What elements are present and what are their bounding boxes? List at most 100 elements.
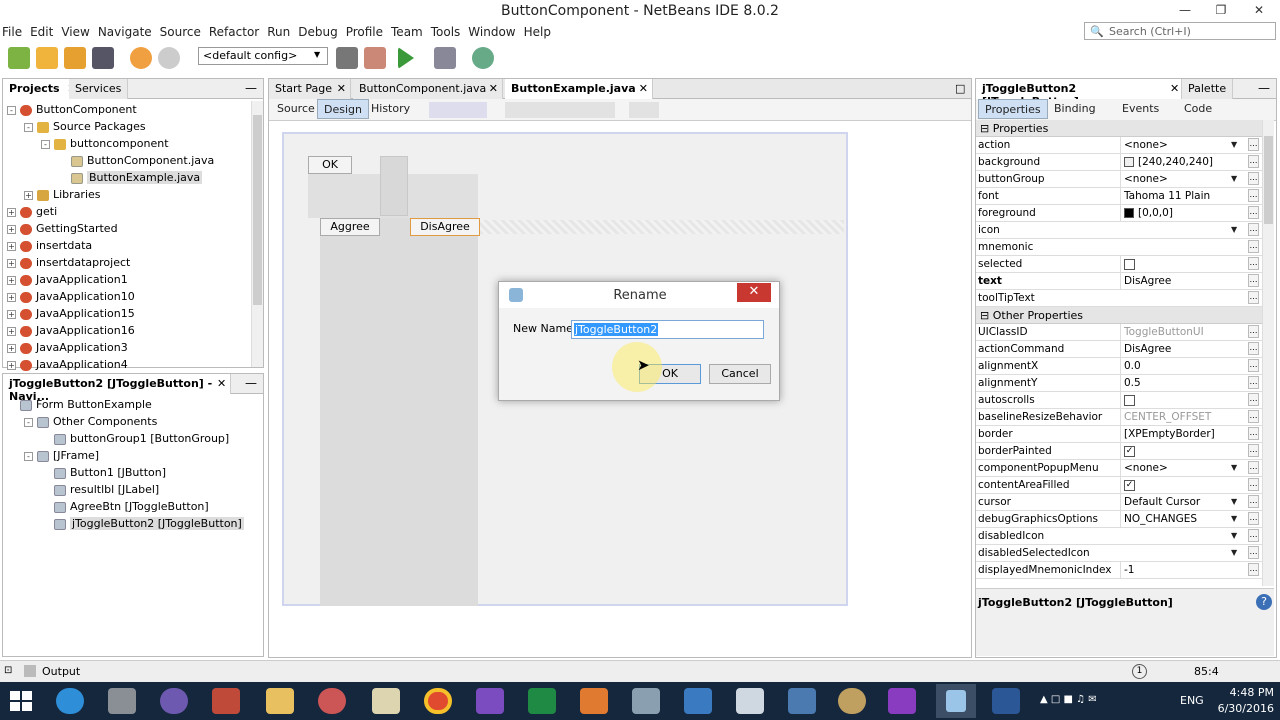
property-value[interactable]: ToggleButtonUI bbox=[1120, 324, 1248, 340]
menu-debug[interactable]: Debug bbox=[298, 22, 341, 39]
ellipsis-button[interactable]: … bbox=[1248, 240, 1259, 253]
ellipsis-button[interactable]: … bbox=[1248, 410, 1259, 423]
property-row[interactable]: buttonGroup <none> ▼… bbox=[976, 171, 1274, 188]
property-value[interactable]: [0,0,0] bbox=[1120, 205, 1248, 221]
tab-buttonexample-java[interactable]: ButtonExample.java ✕ bbox=[505, 79, 653, 99]
undo-icon[interactable] bbox=[130, 47, 152, 69]
checkbox[interactable] bbox=[1124, 394, 1135, 406]
menu-tools[interactable]: Tools bbox=[431, 22, 465, 39]
checkbox[interactable]: ✓ bbox=[1124, 445, 1135, 457]
ellipsis-button[interactable]: … bbox=[1248, 444, 1259, 457]
ellipsis-button[interactable]: … bbox=[1248, 274, 1259, 287]
property-row[interactable]: alignmentX 0.0… bbox=[976, 358, 1274, 375]
expand-icon[interactable]: + bbox=[7, 326, 16, 336]
property-row[interactable]: borderPainted ✓… bbox=[976, 443, 1274, 460]
app-icon[interactable] bbox=[108, 688, 136, 714]
ok-form-button[interactable]: OK bbox=[308, 156, 352, 174]
agree-toggle-button[interactable]: Aggree bbox=[320, 218, 380, 236]
property-row[interactable]: background [240,240,240]… bbox=[976, 154, 1274, 171]
search-input[interactable]: Search (Ctrl+I) bbox=[1084, 22, 1276, 40]
property-row[interactable]: disabledSelectedIcon ▼… bbox=[976, 545, 1274, 562]
collapse-icon[interactable]: - bbox=[24, 122, 33, 132]
save-all-icon[interactable] bbox=[92, 47, 114, 69]
app-icon[interactable] bbox=[580, 688, 608, 714]
property-value[interactable]: DisAgree bbox=[1120, 273, 1248, 289]
section-properties[interactable]: ⊟ Properties bbox=[976, 120, 1274, 137]
ellipsis-button[interactable]: … bbox=[1248, 342, 1259, 355]
app-icon[interactable] bbox=[632, 688, 660, 714]
internet-explorer-icon[interactable] bbox=[56, 688, 84, 714]
property-value[interactable]: [XPEmptyBorder] bbox=[1120, 426, 1248, 442]
collapse-icon[interactable]: - bbox=[24, 451, 33, 461]
ellipsis-button[interactable]: … bbox=[1248, 546, 1259, 559]
cancel-button[interactable]: Cancel bbox=[709, 364, 771, 384]
expand-icon[interactable]: + bbox=[7, 207, 16, 217]
chevron-down-icon[interactable]: ▼ bbox=[1231, 494, 1237, 510]
run-icon[interactable] bbox=[398, 47, 414, 69]
property-value[interactable]: 0.5 bbox=[1120, 375, 1248, 391]
ellipsis-button[interactable]: … bbox=[1248, 206, 1259, 219]
chevron-down-icon[interactable]: ▼ bbox=[1231, 222, 1237, 238]
ellipsis-button[interactable]: … bbox=[1248, 359, 1259, 372]
menu-edit[interactable]: Edit bbox=[30, 22, 57, 39]
property-value[interactable]: DisAgree bbox=[1120, 341, 1248, 357]
open-project-icon[interactable] bbox=[64, 47, 86, 69]
property-value[interactable]: [240,240,240] bbox=[1120, 154, 1248, 170]
clean-build-icon[interactable] bbox=[364, 47, 386, 69]
property-row[interactable]: font Tahoma 11 Plain… bbox=[976, 188, 1274, 205]
tab-design[interactable]: Design bbox=[317, 99, 369, 119]
ellipsis-button[interactable]: … bbox=[1248, 138, 1259, 151]
collapse-icon[interactable]: - bbox=[7, 105, 16, 115]
output-tab[interactable]: Output bbox=[42, 665, 80, 678]
excel-icon[interactable] bbox=[528, 688, 556, 714]
expand-icon[interactable]: + bbox=[7, 360, 16, 370]
property-row[interactable]: foreground [0,0,0]… bbox=[976, 205, 1274, 222]
build-icon[interactable] bbox=[336, 47, 358, 69]
minimize-panel-icon[interactable]: — bbox=[245, 376, 257, 390]
menu-profile[interactable]: Profile bbox=[346, 22, 387, 39]
checkbox[interactable]: ✓ bbox=[1124, 479, 1135, 491]
file-explorer-icon[interactable] bbox=[266, 688, 294, 714]
property-row[interactable]: displayedMnemonicIndex -1… bbox=[976, 562, 1274, 579]
navigator-item[interactable]: - [JFrame] bbox=[24, 447, 99, 464]
language-indicator[interactable]: ENG bbox=[1180, 694, 1204, 707]
property-value[interactable]: <none> bbox=[1120, 171, 1248, 187]
new-project-icon[interactable] bbox=[36, 47, 58, 69]
ellipsis-button[interactable]: … bbox=[1248, 155, 1259, 168]
minimize-icon[interactable]: — bbox=[1168, 0, 1202, 20]
property-value[interactable]: ✓ bbox=[1120, 443, 1248, 459]
tab-source[interactable]: Source bbox=[271, 99, 321, 119]
help-icon[interactable]: ? bbox=[1256, 594, 1272, 610]
app-icon[interactable] bbox=[788, 688, 816, 714]
tree-item[interactable]: + JavaApplication15 bbox=[7, 305, 135, 322]
ellipsis-button[interactable]: … bbox=[1248, 223, 1259, 236]
property-row[interactable]: actionCommand DisAgree… bbox=[976, 341, 1274, 358]
word-icon[interactable] bbox=[992, 688, 1020, 714]
navigator-item[interactable]: AgreeBtn [JToggleButton] bbox=[41, 498, 209, 515]
property-row[interactable]: cursor Default Cursor ▼… bbox=[976, 494, 1274, 511]
property-row[interactable]: componentPopupMenu <none> ▼… bbox=[976, 460, 1274, 477]
tray-icons[interactable]: ▲ □ ■ ♫ ✉ bbox=[1040, 694, 1097, 705]
debug-icon[interactable] bbox=[434, 47, 456, 69]
property-value[interactable]: Default Cursor bbox=[1120, 494, 1248, 510]
tab-start-page[interactable]: Start Page ✕ bbox=[269, 79, 351, 99]
tree-item[interactable]: + geti bbox=[7, 203, 57, 220]
ellipsis-button[interactable]: … bbox=[1248, 257, 1259, 270]
ellipsis-button[interactable]: … bbox=[1248, 512, 1259, 525]
tree-item[interactable]: + JavaApplication16 bbox=[7, 322, 135, 339]
tab-events[interactable]: Events bbox=[1116, 99, 1165, 119]
maximize-icon[interactable]: □ bbox=[955, 82, 965, 95]
navigator-item[interactable]: - Other Components bbox=[24, 413, 157, 430]
app-icon[interactable] bbox=[212, 688, 240, 714]
property-value[interactable]: Tahoma 11 Plain bbox=[1120, 188, 1248, 204]
chevron-down-icon[interactable]: ▼ bbox=[1231, 528, 1237, 544]
tree-item[interactable]: - Source Packages bbox=[24, 118, 146, 135]
disagree-toggle-button[interactable]: DisAgree bbox=[410, 218, 480, 236]
tab-code[interactable]: Code bbox=[1178, 99, 1218, 119]
ellipsis-button[interactable]: … bbox=[1248, 172, 1259, 185]
resize-tools-icon[interactable] bbox=[629, 102, 659, 118]
visual-studio-icon[interactable] bbox=[888, 688, 916, 714]
visual-studio-icon[interactable] bbox=[476, 688, 504, 714]
tree-item[interactable]: - buttoncomponent bbox=[41, 135, 169, 152]
property-value[interactable]: -1 bbox=[1120, 562, 1248, 578]
